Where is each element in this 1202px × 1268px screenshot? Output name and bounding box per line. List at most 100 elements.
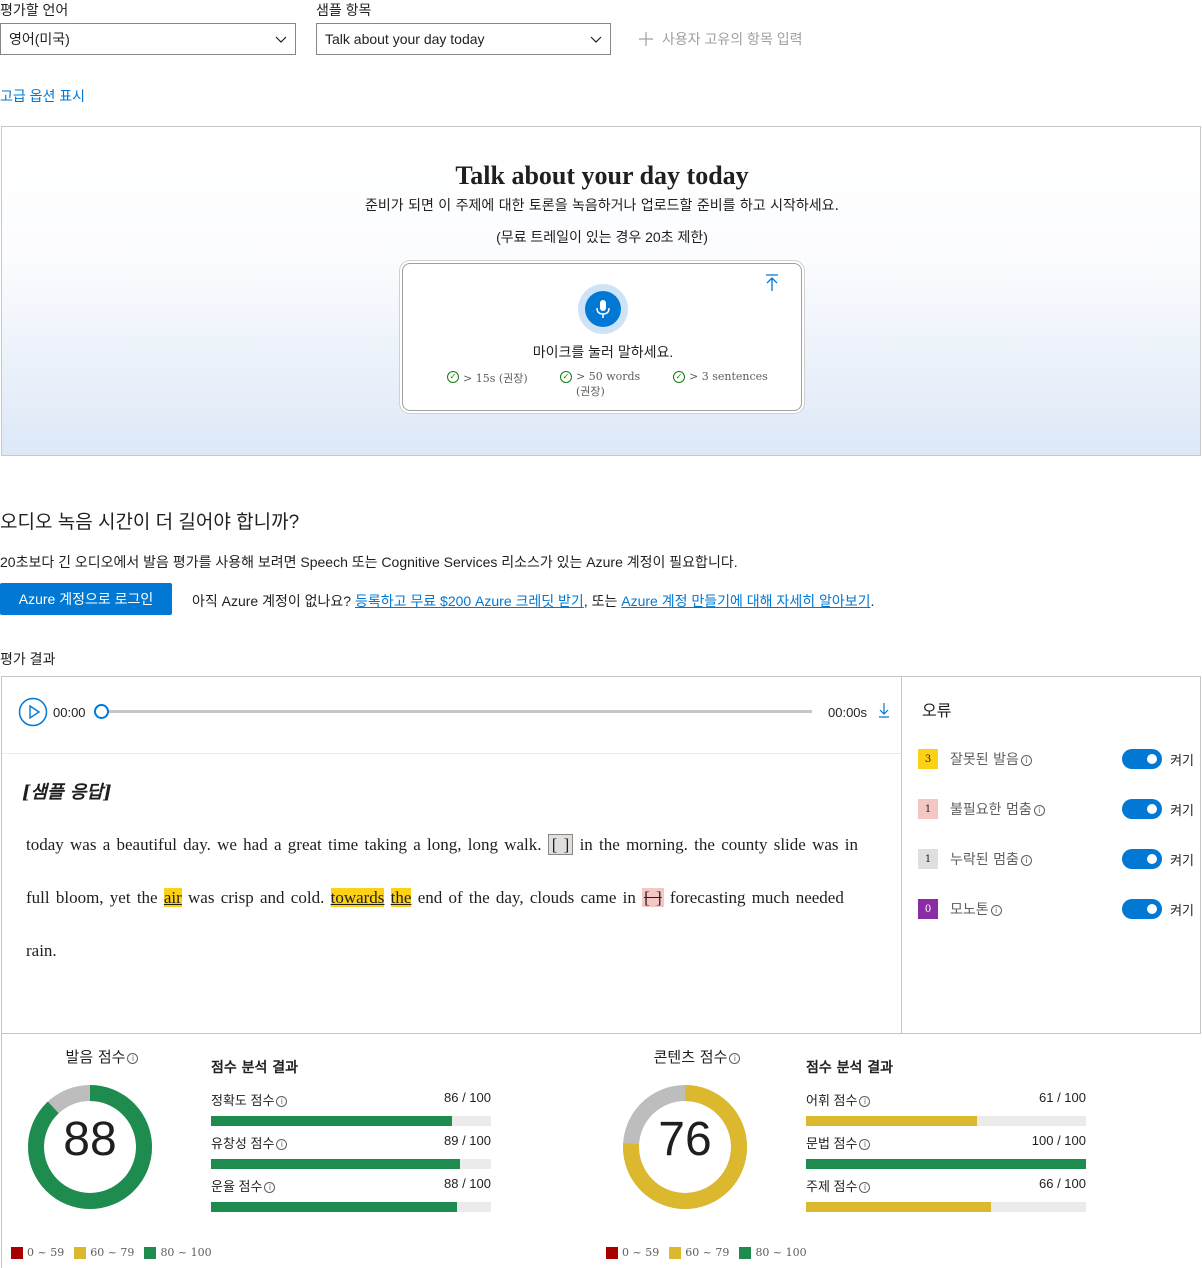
legend-item: 60 ~ 79 [74, 1246, 134, 1259]
mispronounced-word[interactable]: air [163, 888, 182, 907]
metric-bar [211, 1202, 491, 1212]
unexpected-pause-marker[interactable]: [ ] [642, 888, 664, 907]
error-toggle[interactable] [1122, 799, 1163, 819]
toggle-label: 켜기 [1170, 852, 1194, 868]
mispronounced-word[interactable]: the [390, 888, 412, 907]
error-count-badge: 0 [918, 899, 938, 919]
microphone-button[interactable] [578, 284, 628, 334]
legend-swatch [11, 1246, 23, 1259]
mispronounced-word[interactable]: towards [330, 888, 385, 907]
metric-value: 66 / 100 [1039, 1176, 1086, 1191]
check-icon: ✓ [560, 371, 572, 383]
info-icon[interactable]: i [127, 1052, 139, 1064]
custom-topic-button[interactable]: 사용자 고유의 항목 입력 [638, 29, 802, 49]
requirement-duration: ✓ > 15s (권장) [447, 370, 547, 386]
pronunciation-score-value: 88 [63, 1113, 117, 1166]
content-score-value: 76 [658, 1113, 712, 1166]
metric-bar-fill [806, 1159, 1086, 1169]
metric-bar-fill [806, 1202, 991, 1212]
chevron-down-icon [275, 36, 287, 43]
download-icon[interactable] [878, 702, 890, 718]
or-text: , 또는 [583, 593, 622, 609]
info-icon[interactable]: i [1020, 754, 1032, 766]
metric-label: 정확도 점수 i [211, 1090, 288, 1109]
metric-label: 문법 점수 i [806, 1133, 871, 1152]
error-label: 잘못된 발음 i [950, 749, 1032, 769]
check-icon: ✓ [447, 371, 459, 383]
toggle-label: 켜기 [1170, 802, 1194, 818]
metric-bar-fill [211, 1159, 461, 1169]
advanced-options-link[interactable]: 고급 옵션 표시 [0, 86, 85, 106]
longer-audio-heading: 오디오 녹음 시간이 더 길어야 합니까? [0, 512, 300, 533]
no-account-text: 아직 Azure 계정이 없나요? [192, 593, 355, 609]
plus-icon [639, 32, 653, 46]
content-score-title: 콘텐츠 점수 i [622, 1046, 772, 1067]
divider [2, 753, 902, 754]
error-toggle[interactable] [1122, 849, 1163, 869]
error-label: 불필요한 멈춤 i [950, 799, 1045, 819]
legend-swatch [669, 1246, 682, 1259]
recording-card: 마이크를 눌러 말하세요. ✓ > 15s (권장) ✓ > 50 words (권… [402, 263, 802, 411]
hero-title: Talk about your day today [455, 161, 749, 190]
legend-swatch [606, 1246, 618, 1259]
recording-hero: Talk about your day today 준비가 되면 이 주제에 대… [1, 126, 1201, 456]
legend-swatch [144, 1246, 157, 1259]
metric-value: 89 / 100 [444, 1133, 491, 1148]
legend-item: 80 ~ 100 [144, 1246, 212, 1259]
learn-more-link[interactable]: Azure 계정 만들기에 대해 자세히 알아보기 [621, 593, 870, 609]
errors-panel: 오류 3 잘못된 발음 i 켜기 1 불필요한 멈춤 i 켜기 1 누락된 멈춤 i 켜기 0 모노톤 i 켜… [901, 676, 1201, 1034]
info-icon[interactable]: i [276, 1139, 288, 1151]
legend-swatch [739, 1246, 752, 1259]
metric-bar [211, 1159, 491, 1169]
check-icon: ✓ [673, 371, 685, 383]
info-icon[interactable]: i [1020, 854, 1032, 866]
score-section: 발음 점수 i 88 점수 분석 결과 정확도 점수 i 86 / 100 유창성 점수… [1, 1034, 1201, 1268]
pronunciation-score-title: 발음 점수 i [27, 1046, 177, 1067]
toggle-label: 켜기 [1170, 752, 1194, 768]
microphone-icon [596, 300, 610, 318]
language-select[interactable]: 영어(미국) [0, 23, 296, 55]
metric-label: 어휘 점수 i [806, 1090, 871, 1109]
errors-title: 오류 [922, 701, 952, 720]
metric-value: 88 / 100 [444, 1176, 491, 1191]
metric-bar [806, 1202, 1086, 1212]
audio-progress-track[interactable] [101, 710, 812, 713]
missing-pause-marker[interactable]: [ ] [547, 834, 574, 855]
hero-subtitle: 준비가 되면 이 주제에 대한 토론을 녹음하거나 업로드할 준비를 하고 시작… [365, 198, 839, 214]
azure-login-button[interactable]: Azure 계정으로 로그인 [0, 583, 172, 615]
trial-limit-text: (무료 트레일이 있는 경우 20초 제한) [496, 229, 708, 245]
upload-icon[interactable] [765, 274, 779, 292]
info-icon[interactable]: i [859, 1182, 871, 1194]
legend-item: 0 ~ 59 [11, 1246, 64, 1259]
play-button[interactable] [18, 697, 48, 727]
audio-progress-thumb[interactable] [94, 704, 109, 719]
error-toggle[interactable] [1122, 749, 1163, 769]
info-icon[interactable]: i [264, 1182, 276, 1194]
sample-select-value: Talk about your day today [325, 31, 485, 47]
metric-label: 유창성 점수 i [211, 1133, 288, 1152]
error-toggle[interactable] [1122, 899, 1163, 919]
info-icon[interactable]: i [1033, 804, 1045, 816]
score-legend: 0 ~ 59 60 ~ 79 80 ~ 100 [11, 1246, 212, 1259]
longer-audio-description: 20초보다 긴 오디오에서 발음 평가를 사용해 보려면 Speech 또는 C… [0, 554, 738, 570]
info-icon[interactable]: i [729, 1052, 741, 1064]
info-icon[interactable]: i [859, 1096, 871, 1108]
metric-bar [806, 1159, 1086, 1169]
pronunciation-breakdown-title: 점수 분석 결과 [211, 1060, 299, 1076]
mic-prompt: 마이크를 눌러 말하세요. [532, 344, 674, 360]
info-icon[interactable]: i [859, 1139, 871, 1151]
chevron-down-icon [590, 36, 602, 43]
legend-item: 80 ~ 100 [739, 1246, 807, 1259]
duration-time: 00:00s [828, 705, 868, 720]
language-label: 평가할 언어 [0, 2, 69, 18]
sample-response-text: today was a beautiful day. we had a grea… [26, 834, 858, 960]
sample-select[interactable]: Talk about your day today [316, 23, 611, 55]
period-text: . [870, 593, 875, 609]
error-count-badge: 1 [918, 849, 938, 869]
signup-link[interactable]: 등록하고 무료 $200 Azure 크레딧 받기 [355, 593, 584, 609]
error-row: 3 잘못된 발음 i 켜기 [918, 747, 1194, 771]
info-icon[interactable]: i [276, 1096, 288, 1108]
content-breakdown-title: 점수 분석 결과 [806, 1060, 894, 1076]
error-row: 1 누락된 멈춤 i 켜기 [918, 847, 1194, 871]
info-icon[interactable]: i [990, 904, 1002, 916]
